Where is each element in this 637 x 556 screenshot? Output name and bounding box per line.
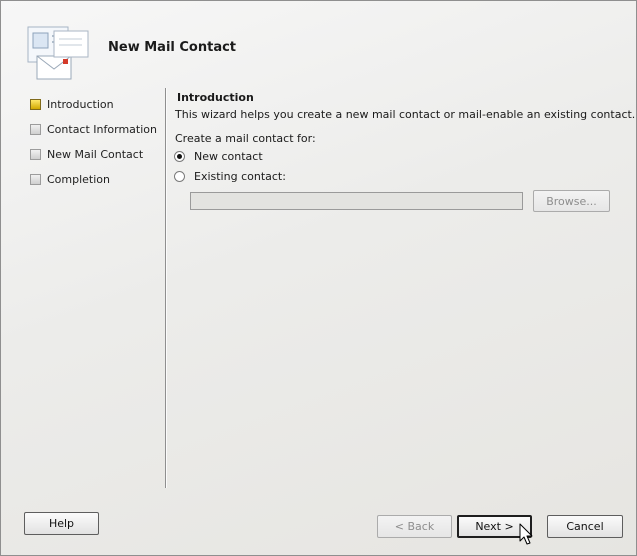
content-description: This wizard helps you create a new mail … — [175, 108, 636, 121]
back-button[interactable]: < Back — [377, 515, 452, 538]
step-pending-icon — [30, 123, 41, 135]
cancel-button[interactable]: Cancel — [547, 515, 623, 538]
step-pending-icon — [30, 148, 41, 160]
vertical-divider — [165, 88, 167, 488]
step-label: Completion — [47, 172, 111, 186]
create-contact-label: Create a mail contact for: — [175, 132, 316, 145]
existing-contact-option[interactable]: Existing contact: — [174, 169, 286, 183]
browse-button[interactable]: Browse... — [533, 190, 610, 212]
step-label: Contact Information — [47, 122, 157, 136]
page-title: New Mail Contact — [108, 40, 237, 55]
step-introduction: Introduction — [30, 96, 114, 112]
mail-contact-icon — [27, 26, 89, 80]
step-new-mail-contact: New Mail Contact — [30, 146, 143, 162]
wizard-window — [0, 0, 637, 556]
radio-label[interactable]: New contact — [194, 150, 263, 163]
content-title: Introduction — [177, 91, 254, 104]
step-label: New Mail Contact — [47, 147, 144, 161]
help-button[interactable]: Help — [24, 512, 99, 535]
step-contact-information: Contact Information — [30, 121, 157, 137]
radio-label[interactable]: Existing contact: — [194, 170, 286, 183]
step-active-icon — [30, 98, 41, 110]
new-contact-option[interactable]: New contact — [174, 149, 263, 163]
radio-unselected-icon[interactable] — [174, 170, 185, 182]
step-pending-icon — [30, 173, 41, 185]
existing-contact-field[interactable] — [190, 192, 523, 210]
step-label: Introduction — [47, 97, 114, 111]
mouse-pointer-icon — [519, 523, 533, 545]
radio-selected-icon[interactable] — [174, 150, 185, 162]
step-completion: Completion — [30, 171, 110, 187]
